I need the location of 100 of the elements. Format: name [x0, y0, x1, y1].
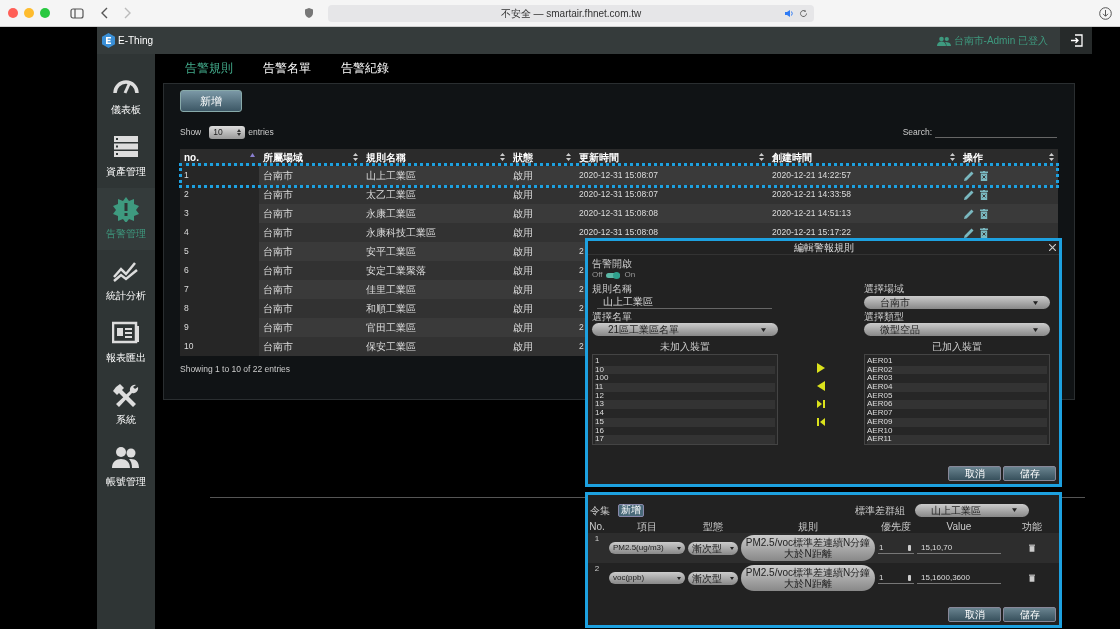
- value-field[interactable]: 15,1600,3600: [917, 572, 1001, 584]
- column-header[interactable]: 操作: [963, 152, 983, 163]
- value-field[interactable]: 15,10,70: [917, 542, 1001, 554]
- list-item[interactable]: AER10: [867, 426, 1047, 436]
- newspaper-icon: [112, 321, 140, 346]
- list-item[interactable]: AER04: [867, 383, 1047, 392]
- delete-button[interactable]: [1028, 574, 1035, 582]
- row-number: 2: [593, 563, 601, 575]
- pencil-icon: [964, 189, 974, 200]
- edit-button[interactable]: [964, 227, 974, 238]
- page-size-select[interactable]: 10: [209, 125, 246, 139]
- dropdown[interactable]: 台南市: [864, 296, 1050, 309]
- save-button[interactable]: 儲存: [1003, 466, 1056, 481]
- column-header[interactable]: 創建時間: [772, 152, 812, 163]
- list-item[interactable]: AER07: [867, 409, 1047, 418]
- list-item[interactable]: 100: [595, 374, 775, 384]
- column-header[interactable]: 規則名稱: [366, 152, 406, 163]
- move-all-left-button[interactable]: [816, 417, 826, 427]
- dropdown[interactable]: 微型空品: [864, 323, 1050, 336]
- sidebar-item[interactable]: 統計分析: [97, 250, 155, 312]
- list-item[interactable]: 10: [595, 365, 775, 375]
- add-button[interactable]: 新增: [180, 90, 242, 112]
- move-all-right-button[interactable]: [816, 399, 826, 409]
- move-left-button[interactable]: [816, 381, 826, 391]
- list-item[interactable]: 17: [595, 435, 775, 444]
- edit-button[interactable]: [964, 189, 974, 200]
- table-cell: 啟用: [513, 303, 533, 314]
- toggle-switch[interactable]: [605, 272, 620, 278]
- list-item[interactable]: 11: [595, 383, 775, 392]
- table-cell: 啟用: [513, 170, 533, 181]
- sidebar-item[interactable]: 帳號管理: [97, 436, 155, 498]
- priority-field[interactable]: 1: [878, 572, 914, 584]
- table-cell: 啟用: [513, 208, 533, 219]
- forward-icon: [122, 7, 132, 19]
- list-item[interactable]: 16: [595, 426, 775, 436]
- sidebar-item[interactable]: 儀表板: [97, 64, 155, 126]
- column-header[interactable]: 狀態: [513, 152, 533, 163]
- table-cell: 台南市: [263, 170, 293, 181]
- column-header[interactable]: no.: [184, 152, 199, 163]
- sidebar-item[interactable]: 系統: [97, 374, 155, 436]
- save-button[interactable]: 儲存: [1003, 607, 1056, 622]
- edit-button[interactable]: [964, 170, 974, 181]
- sidebar-item[interactable]: 報表匯出: [97, 312, 155, 374]
- trash-icon: [1028, 544, 1035, 552]
- priority-field[interactable]: 1: [878, 542, 914, 554]
- delete-button[interactable]: [1028, 544, 1035, 552]
- dropdown[interactable]: PM2.5/voc標準差連續N分鐘大於N距離: [741, 565, 875, 591]
- table-cell: 台南市: [263, 303, 293, 314]
- list-item[interactable]: AER03: [867, 374, 1047, 384]
- dropdown[interactable]: PM2.5(ug/m3): [609, 542, 685, 554]
- table-cell: 啟用: [513, 284, 533, 295]
- table-cell: 2020-12-21 14:51:13: [772, 208, 851, 219]
- list-item[interactable]: 1: [595, 357, 775, 366]
- list-item[interactable]: 15: [595, 417, 775, 427]
- list-item[interactable]: AER05: [867, 391, 1047, 401]
- logout-icon: [1069, 34, 1083, 47]
- caret-icon: [730, 546, 734, 550]
- table-cell: 啟用: [513, 341, 533, 352]
- table-cell: 安平工業區: [366, 246, 416, 257]
- table-cell: 永康科技工業區: [366, 227, 436, 238]
- list-item[interactable]: 12: [595, 391, 775, 401]
- sidebar-item[interactable]: 資產管理: [97, 126, 155, 188]
- tab[interactable]: 告警規則: [185, 59, 233, 77]
- delete-button[interactable]: [980, 189, 988, 200]
- delete-button[interactable]: [980, 227, 988, 238]
- add-button[interactable]: 新增: [618, 503, 644, 517]
- dropdown[interactable]: 漸次型: [688, 571, 738, 585]
- address-bar[interactable]: 不安全 — smartair.fhnet.com.tw: [328, 4, 814, 22]
- list-item[interactable]: 14: [595, 409, 775, 418]
- users-icon: [936, 35, 951, 46]
- list-item[interactable]: 13: [595, 400, 775, 410]
- cancel-button[interactable]: 取消: [948, 607, 1001, 622]
- table-cell: 2: [579, 265, 584, 276]
- list-item[interactable]: AER11: [867, 435, 1047, 444]
- delete-button[interactable]: [980, 170, 988, 181]
- table-cell: 3: [184, 208, 189, 219]
- list-item[interactable]: AER06: [867, 400, 1047, 410]
- list-item[interactable]: AER09: [867, 417, 1047, 427]
- dropdown[interactable]: 21區工業區名單: [592, 323, 778, 336]
- column-header[interactable]: 更新時間: [579, 152, 619, 163]
- tab[interactable]: 告警名單: [263, 59, 311, 77]
- close-button[interactable]: [1049, 244, 1056, 251]
- dropdown[interactable]: voc(ppb): [609, 572, 685, 584]
- column-header[interactable]: 所屬場域: [263, 152, 303, 163]
- delete-button[interactable]: [980, 208, 988, 219]
- edit-button[interactable]: [964, 208, 974, 219]
- column-header: No.: [588, 520, 606, 533]
- column-header: 項目: [636, 520, 658, 533]
- cancel-button[interactable]: 取消: [948, 466, 1001, 481]
- dropdown[interactable]: 漸次型: [688, 541, 738, 555]
- tab[interactable]: 告警紀錄: [341, 59, 389, 77]
- table-cell: 永康工業區: [366, 208, 416, 219]
- logout-button[interactable]: [1060, 27, 1092, 54]
- move-right-button[interactable]: [816, 363, 826, 373]
- list-item[interactable]: AER01: [867, 357, 1047, 366]
- table-cell: 9: [184, 322, 189, 333]
- dropdown[interactable]: PM2.5/voc標準差連續N分鐘大於N距離: [741, 535, 875, 561]
- rule-name-field[interactable]: 山上工業區: [597, 295, 772, 309]
- dropdown[interactable]: 山上工業區: [915, 503, 1029, 517]
- list-item[interactable]: AER02: [867, 365, 1047, 375]
